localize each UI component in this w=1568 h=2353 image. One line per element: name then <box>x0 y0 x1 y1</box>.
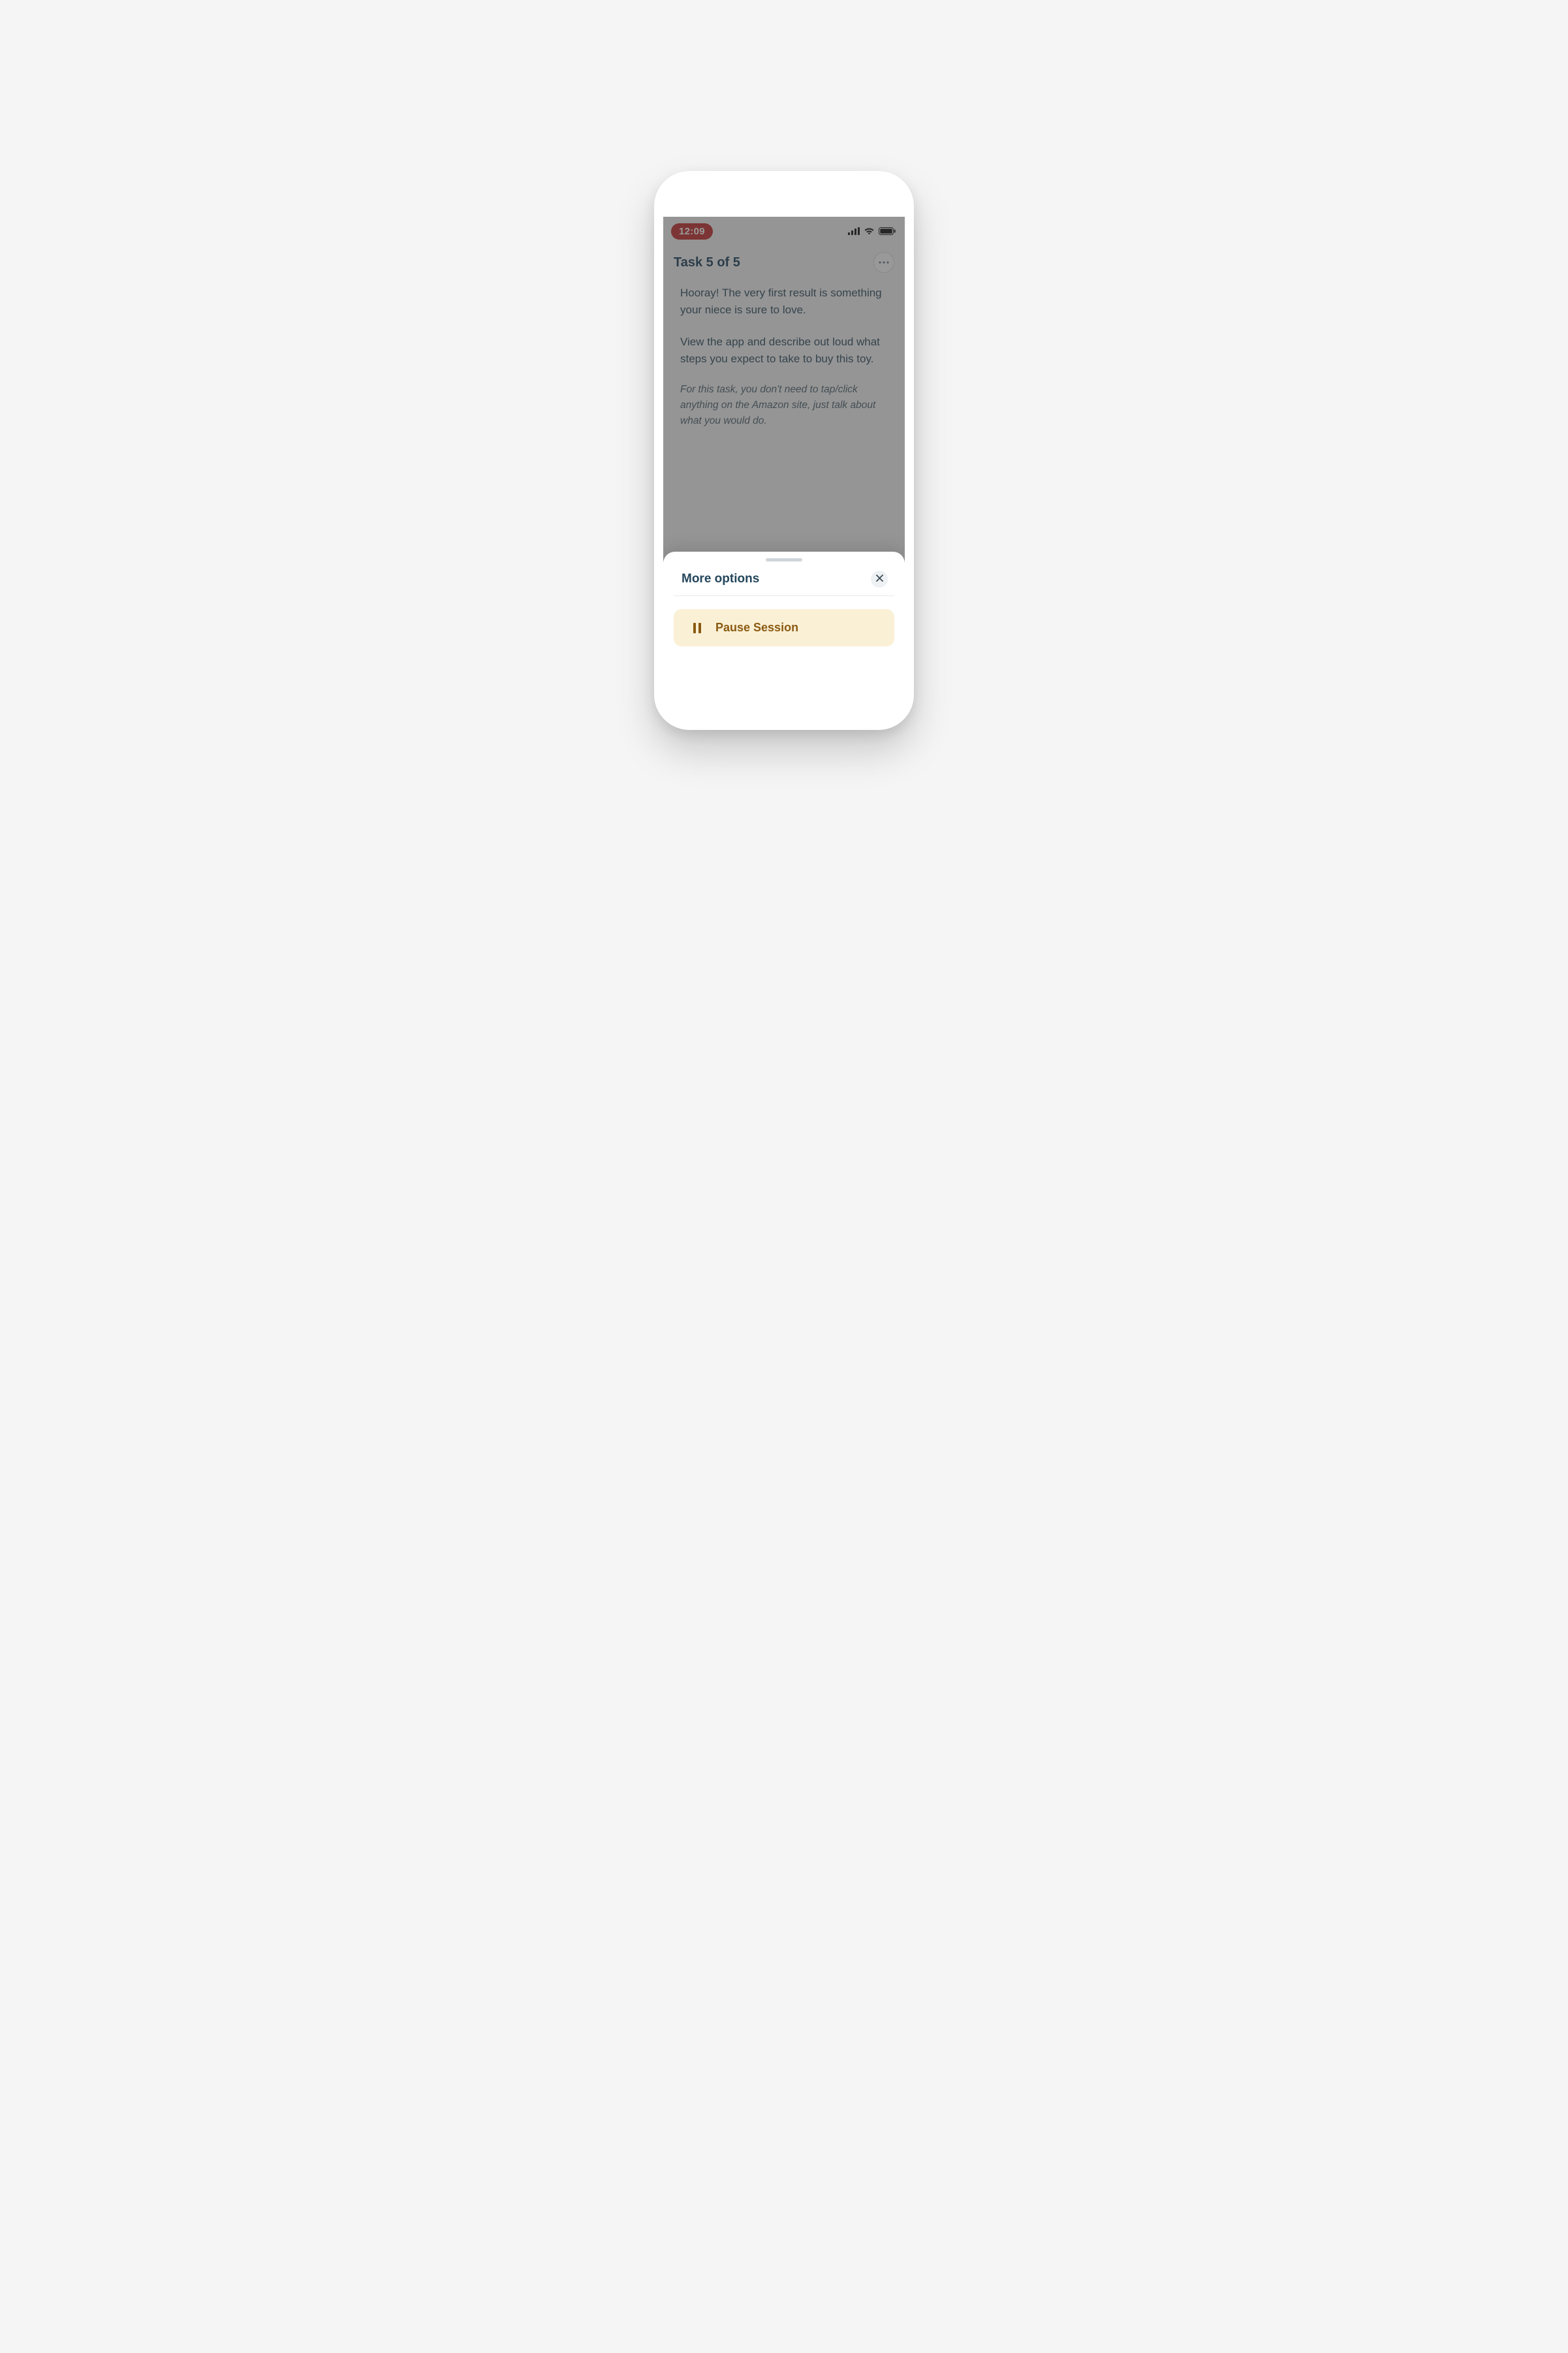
close-icon <box>876 573 883 585</box>
sheet-handle[interactable] <box>766 558 802 561</box>
close-button[interactable] <box>871 571 888 588</box>
phone-frame: 12:09 <box>654 171 914 730</box>
app-area: 12:09 <box>663 217 905 655</box>
pause-icon <box>693 623 701 633</box>
pause-session-label: Pause Session <box>715 621 798 635</box>
bottom-sheet: More options Pause Session <box>663 552 905 655</box>
pause-session-button[interactable]: Pause Session <box>674 609 894 646</box>
screen: 12:09 <box>663 217 905 655</box>
sheet-title: More options <box>682 572 759 586</box>
canvas: 12:09 <box>490 0 1078 882</box>
sheet-header: More options <box>674 571 894 596</box>
